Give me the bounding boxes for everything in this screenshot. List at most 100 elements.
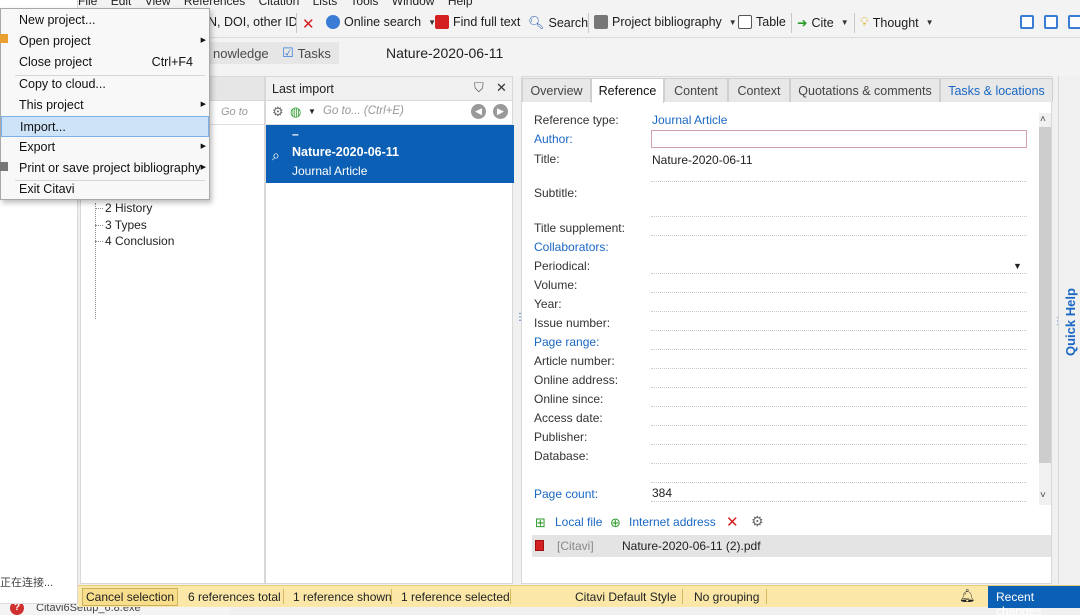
title-label: Title:: [534, 152, 560, 166]
cancel-selection-button[interactable]: Cancel selection: [82, 588, 179, 606]
cite-button[interactable]: ➜ Cite ▼: [797, 15, 849, 31]
smart-group-icon[interactable]: ◍: [290, 104, 301, 120]
gear-icon[interactable]: ⚙: [272, 104, 284, 120]
reference-type-value[interactable]: Journal Article: [652, 113, 727, 127]
local-file-button[interactable]: Local file: [555, 515, 602, 529]
menu-item-label: New project...: [19, 13, 96, 27]
page-count-value[interactable]: 384: [652, 486, 672, 500]
menu-item-copy-to-cloud[interactable]: Copy to cloud...: [1, 74, 209, 95]
menu-edit[interactable]: Edit: [111, 0, 132, 8]
tasks-label: Tasks: [297, 45, 331, 61]
recent-changes-button[interactable]: Recent changes: [988, 586, 1080, 615]
tab-reference[interactable]: Reference: [591, 78, 664, 103]
publisher-line[interactable]: [651, 444, 1027, 445]
title-supplement-line[interactable]: [651, 235, 1027, 236]
menu-help[interactable]: Help: [448, 0, 473, 8]
online-address-line[interactable]: [651, 387, 1027, 388]
title-value[interactable]: Nature-2020-06-11: [652, 153, 753, 167]
submenu-arrow-icon: ▶: [200, 101, 206, 108]
attachment-settings-icon[interactable]: ⚙: [751, 513, 764, 530]
subtitle-field-line[interactable]: [651, 216, 1027, 217]
attachment-row[interactable]: [Citavi] Nature-2020-06-11 (2).pdf: [532, 535, 1051, 557]
thought-button[interactable]: 💡︎ Thought ▼: [860, 15, 934, 30]
find-full-text-button[interactable]: Find full text: [435, 15, 520, 29]
search-button[interactable]: 🔍︎ Search: [528, 15, 588, 31]
access-date-line[interactable]: [651, 425, 1027, 426]
remove-button[interactable]: ✕: [302, 15, 315, 33]
periodical-dropdown-icon[interactable]: ▼: [1013, 261, 1022, 271]
tasks-tab[interactable]: ☑ Tasks: [274, 42, 339, 64]
menu-lists[interactable]: Lists: [313, 0, 338, 8]
citation-style[interactable]: Citavi Default Style: [575, 590, 676, 604]
reference-type: Journal Article: [292, 164, 368, 178]
menu-item-close-project[interactable]: Close project Ctrl+F4: [1, 52, 209, 73]
menu-item-new-project[interactable]: New project...: [1, 10, 209, 31]
page-range-line[interactable]: [651, 349, 1027, 350]
volume-line[interactable]: [651, 292, 1027, 293]
title-supplement-label: Title supplement:: [534, 221, 625, 235]
page-range-label[interactable]: Page range:: [534, 335, 599, 349]
quick-help-label: Quick Help: [1063, 288, 1078, 356]
close-icon[interactable]: ✕: [496, 80, 507, 96]
menu-item-this-project[interactable]: This project ▶: [1, 95, 209, 116]
author-input[interactable]: [651, 130, 1027, 148]
add-local-file-icon[interactable]: ⊞: [535, 515, 546, 531]
issue-number-line[interactable]: [651, 330, 1027, 331]
tab-content[interactable]: Content: [664, 78, 728, 102]
category-types[interactable]: 3 Types: [95, 218, 147, 232]
category-conclusion[interactable]: 4 Conclusion: [94, 234, 174, 248]
selected-reference-item[interactable]: – ⌕ Nature-2020-06-11 Journal Article: [266, 125, 514, 183]
add-internet-address-icon[interactable]: ⊕: [610, 515, 621, 531]
previous-icon[interactable]: ◀: [471, 104, 486, 119]
menu-item-exit-citavi[interactable]: Exit Citavi: [1, 179, 209, 200]
bell-icon[interactable]: 🔔︎: [959, 588, 976, 604]
goto-input[interactable]: Go to... (Ctrl+E): [323, 105, 404, 117]
collaborators-label[interactable]: Collaborators:: [534, 240, 609, 254]
article-number-line[interactable]: [651, 368, 1027, 369]
category-history[interactable]: 2 History: [94, 201, 152, 215]
status-separator: [391, 589, 392, 604]
menu-tools[interactable]: Tools: [350, 0, 378, 8]
add-by-id-button[interactable]: N, DOI, other ID: [208, 15, 298, 29]
menu-file[interactable]: File: [78, 0, 97, 8]
year-line[interactable]: [651, 311, 1027, 312]
periodical-line[interactable]: [651, 273, 1027, 274]
page-count-label[interactable]: Page count:: [534, 487, 598, 501]
editor-scrollbar-thumb[interactable]: [1039, 127, 1051, 463]
menu-references[interactable]: References: [184, 0, 245, 8]
layout-buttons: [1020, 15, 1080, 29]
menu-item-import[interactable]: Import...: [1, 116, 209, 137]
layout-three-pane-icon[interactable]: [1068, 15, 1080, 29]
next-icon[interactable]: ▶: [493, 104, 508, 119]
internet-address-button[interactable]: Internet address: [629, 515, 716, 529]
table-button[interactable]: Table: [738, 15, 786, 29]
project-bibliography-button[interactable]: Project bibliography ▼: [594, 15, 737, 29]
grouping-status[interactable]: No grouping: [694, 590, 759, 604]
delete-attachment-icon[interactable]: ✕: [726, 513, 739, 531]
scroll-down-icon[interactable]: ˅: [1040, 490, 1046, 501]
menu-view[interactable]: View: [145, 0, 171, 8]
filter-icon[interactable]: ⛉: [474, 80, 484, 96]
menu-item-print-bibliography[interactable]: Print or save project bibliography ▶: [0, 158, 209, 179]
menu-window[interactable]: Window: [392, 0, 435, 8]
online-search-button[interactable]: Online search ▼: [326, 15, 436, 29]
chevron-down-icon[interactable]: ▼: [308, 107, 316, 116]
author-label[interactable]: Author:: [534, 132, 573, 146]
layout-one-pane-icon[interactable]: [1020, 15, 1034, 29]
menu-item-open-project[interactable]: Open project ▶: [0, 31, 209, 52]
editor-tabs: Overview Reference Content Context Quota…: [522, 77, 1053, 103]
tab-quotations-comments[interactable]: Quotations & comments: [790, 78, 940, 102]
knowledge-tab[interactable]: nowledge: [205, 42, 277, 64]
tab-overview[interactable]: Overview: [522, 78, 591, 102]
tab-tasks-locations[interactable]: Tasks & locations: [940, 78, 1053, 102]
splitter-grip-icon[interactable]: ⋮: [515, 312, 525, 323]
tree-connector: [95, 203, 96, 319]
database-line[interactable]: [651, 463, 1027, 464]
layout-two-pane-icon[interactable]: [1044, 15, 1058, 29]
menu-item-export[interactable]: Export ▶: [1, 137, 209, 158]
online-since-line[interactable]: [651, 406, 1027, 407]
scroll-up-icon[interactable]: ˄: [1040, 114, 1046, 125]
quick-help-sidebar[interactable]: Quick Help: [1058, 76, 1080, 584]
menu-citation[interactable]: Citation: [259, 0, 300, 8]
tab-context[interactable]: Context: [728, 78, 790, 102]
